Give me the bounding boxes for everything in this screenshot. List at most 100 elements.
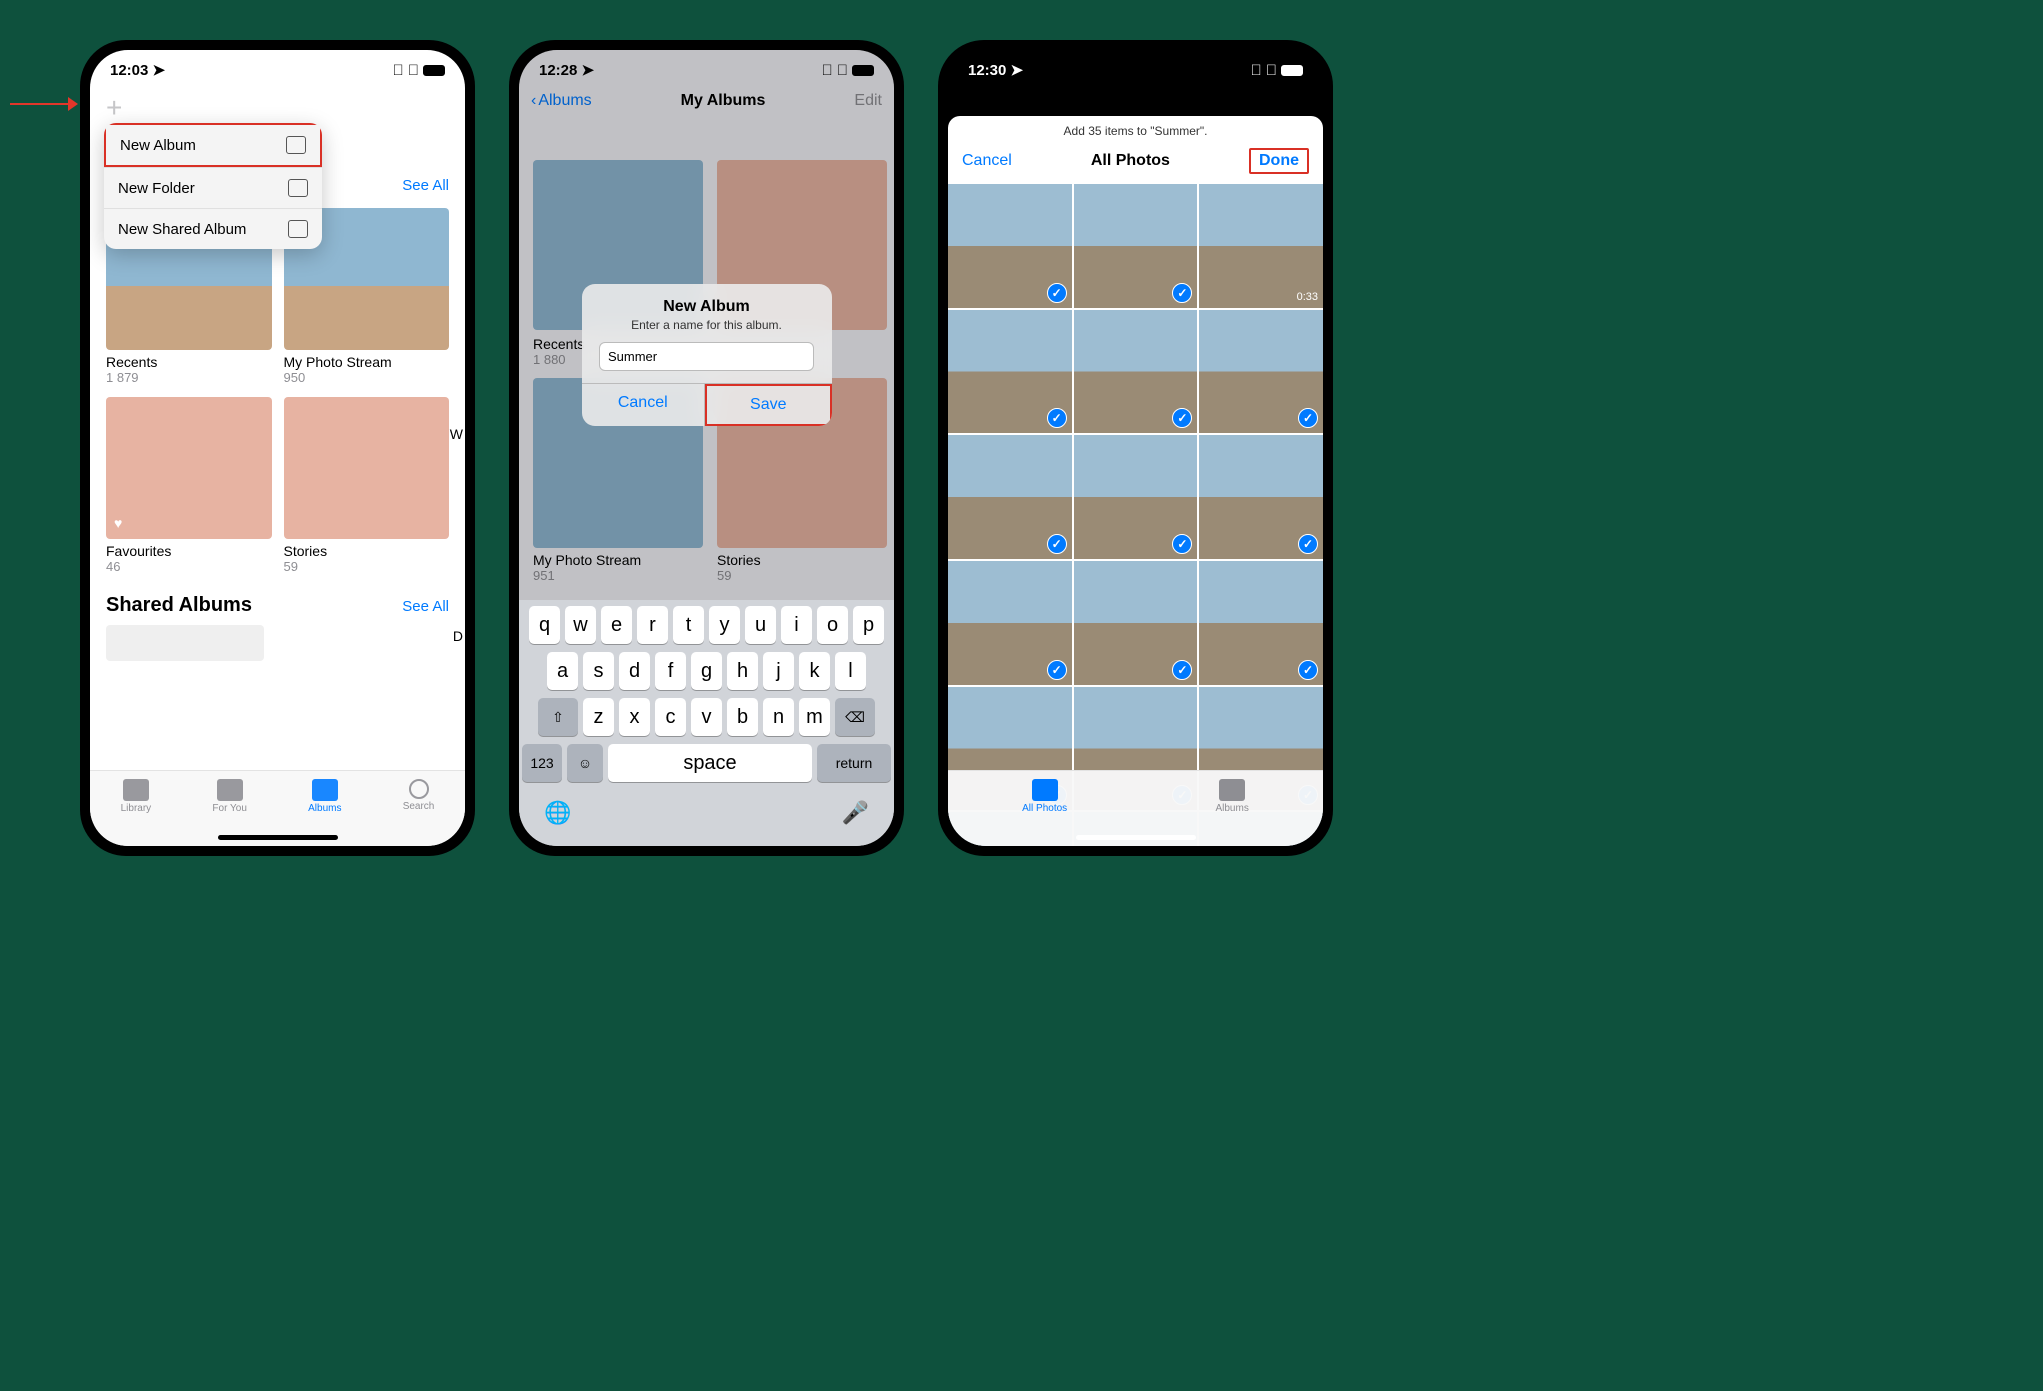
menu-label: New Shared Album — [118, 221, 246, 238]
photo-cell[interactable]: ✓ — [1074, 435, 1198, 559]
photo-cell[interactable]: ✓ — [1074, 184, 1198, 308]
menu-new-shared-album[interactable]: New Shared Album — [104, 208, 322, 249]
mic-key[interactable]: 🎤 — [842, 800, 869, 826]
selected-checkmark-icon: ✓ — [1172, 534, 1192, 554]
shift-key[interactable]: ⇧ — [538, 698, 578, 736]
key-j[interactable]: j — [763, 652, 794, 690]
key-z[interactable]: z — [583, 698, 614, 736]
emoji-key[interactable]: ☺ — [567, 744, 603, 782]
album-favourites[interactable]: ♥ Favourites 46 — [106, 397, 272, 574]
return-key[interactable]: return — [817, 744, 891, 782]
key-u[interactable]: u — [745, 606, 776, 644]
add-menu-popover: New Album New Folder New Shared Album — [104, 123, 322, 249]
key-b[interactable]: b — [727, 698, 758, 736]
key-i[interactable]: i — [781, 606, 812, 644]
selected-checkmark-icon: ✓ — [1172, 283, 1192, 303]
album-name: My Photo Stream — [284, 350, 450, 370]
backspace-key[interactable]: ⌫ — [835, 698, 875, 736]
key-q[interactable]: q — [529, 606, 560, 644]
key-f[interactable]: f — [655, 652, 686, 690]
key-l[interactable]: l — [835, 652, 866, 690]
shared-album-placeholder[interactable] — [106, 625, 264, 661]
tab-search[interactable]: Search — [403, 779, 435, 812]
key-x[interactable]: x — [619, 698, 650, 736]
key-g[interactable]: g — [691, 652, 722, 690]
search-icon — [409, 779, 429, 799]
shared-album-icon — [288, 220, 308, 238]
album-count: 1 879 — [106, 370, 272, 385]
keyboard[interactable]: qwertyuiop asdfghjkl ⇧ zxcvbnm ⌫ 123 ☺ s… — [519, 600, 894, 846]
photos-icon — [1032, 779, 1058, 801]
cellular-icon: 􀙇 — [393, 62, 404, 79]
album-name: Recents — [106, 350, 272, 370]
see-all-link[interactable]: See All — [402, 177, 449, 194]
photo-cell[interactable]: ✓ — [1199, 310, 1323, 434]
key-n[interactable]: n — [763, 698, 794, 736]
key-a[interactable]: a — [547, 652, 578, 690]
key-v[interactable]: v — [691, 698, 722, 736]
key-e[interactable]: e — [601, 606, 632, 644]
save-button[interactable]: Save — [705, 384, 832, 426]
photo-cell[interactable]: ✓ — [948, 310, 1072, 434]
alert-subtitle: Enter a name for this album. — [582, 318, 832, 332]
photo-cell[interactable]: ✓ — [948, 561, 1072, 685]
key-w[interactable]: w — [565, 606, 596, 644]
key-s[interactable]: s — [583, 652, 614, 690]
heart-icon: ♥ — [114, 515, 122, 531]
photo-cell[interactable]: ✓ — [948, 184, 1072, 308]
tab-all-photos[interactable]: All Photos — [1022, 779, 1067, 814]
tab-albums[interactable]: Albums — [1215, 779, 1248, 814]
selected-checkmark-icon: ✓ — [1172, 660, 1192, 680]
album-count: 950 — [284, 370, 450, 385]
selected-checkmark-icon: ✓ — [1298, 660, 1318, 680]
alert-title: New Album — [582, 298, 832, 316]
space-key[interactable]: space — [608, 744, 812, 782]
key-r[interactable]: r — [637, 606, 668, 644]
done-button[interactable]: Done — [1249, 148, 1309, 174]
globe-key[interactable]: 🌐 — [544, 800, 571, 826]
red-arrow-annotation — [10, 96, 80, 112]
photo-cell[interactable]: ✓ — [1199, 435, 1323, 559]
tab-albums[interactable]: Albums — [308, 779, 341, 814]
cancel-button[interactable]: Cancel — [962, 152, 1012, 170]
photo-cell[interactable]: ✓ — [1199, 561, 1323, 685]
battery-icon — [423, 65, 445, 76]
selected-checkmark-icon: ✓ — [1047, 534, 1067, 554]
see-all-link[interactable]: See All — [402, 598, 449, 615]
add-button[interactable]: + — [106, 92, 122, 123]
menu-new-folder[interactable]: New Folder — [104, 167, 322, 208]
cancel-button[interactable]: Cancel — [582, 384, 706, 426]
key-o[interactable]: o — [817, 606, 848, 644]
key-c[interactable]: c — [655, 698, 686, 736]
video-duration: 0:33 — [1297, 291, 1318, 303]
key-p[interactable]: p — [853, 606, 884, 644]
numbers-key[interactable]: 123 — [522, 744, 562, 782]
selected-checkmark-icon: ✓ — [1047, 660, 1067, 680]
photo-cell[interactable]: ✓ — [1074, 310, 1198, 434]
key-m[interactable]: m — [799, 698, 830, 736]
key-k[interactable]: k — [799, 652, 830, 690]
home-indicator[interactable] — [218, 835, 338, 840]
status-bar: 12:03 ➤ 􀙇 􀙇 — [90, 50, 465, 90]
menu-label: New Folder — [118, 180, 195, 197]
album-stories[interactable]: Stories 59 — [284, 397, 450, 574]
home-indicator[interactable] — [1076, 835, 1196, 840]
album-name-input[interactable] — [599, 342, 814, 371]
key-y[interactable]: y — [709, 606, 740, 644]
photo-cell[interactable]: 0:33 — [1199, 184, 1323, 308]
tab-library[interactable]: Library — [121, 779, 152, 814]
phone-screen-3: 12:30 ➤ 􀙇􀙇 Add 35 items to "Summer". Can… — [938, 40, 1333, 856]
new-album-alert: New Album Enter a name for this album. C… — [582, 284, 832, 426]
tab-label: Library — [121, 803, 152, 814]
selected-checkmark-icon: ✓ — [1047, 408, 1067, 428]
status-bar: 12:30 ➤ 􀙇􀙇 — [948, 50, 1323, 90]
album-icon — [286, 136, 306, 154]
albums-icon — [1219, 779, 1245, 801]
key-h[interactable]: h — [727, 652, 758, 690]
photo-cell[interactable]: ✓ — [948, 435, 1072, 559]
key-d[interactable]: d — [619, 652, 650, 690]
tab-for-you[interactable]: For You — [212, 779, 246, 814]
photo-cell[interactable]: ✓ — [1074, 561, 1198, 685]
key-t[interactable]: t — [673, 606, 704, 644]
menu-new-album[interactable]: New Album — [104, 123, 322, 167]
